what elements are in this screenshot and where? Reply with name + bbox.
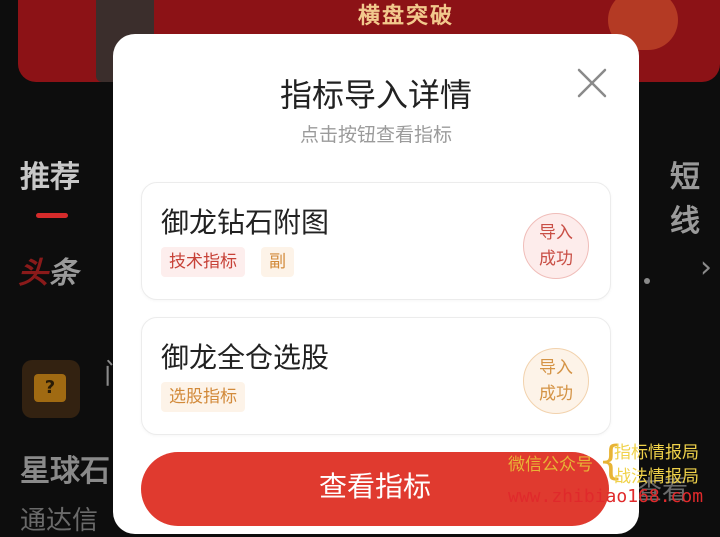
- modal-title: 指标导入详情: [279, 76, 472, 114]
- section-title: 星球石: [20, 454, 110, 489]
- indicator-subtype-tag: 副: [261, 247, 294, 277]
- indicator-title: 御龙全仓选股: [161, 341, 330, 374]
- watermark-url: www.zhibiao168.com: [508, 486, 704, 507]
- watermark-name-1: 指标情报局: [614, 443, 699, 463]
- modal-subtitle: 点击按钮查看指标: [299, 124, 452, 146]
- chevron-right-icon[interactable]: ›: [700, 250, 712, 285]
- watermark-wechat-label: 微信公众号: [508, 455, 593, 475]
- headline-logo-left: 头: [18, 256, 48, 291]
- indicator-card[interactable]: 御龙全仓选股 选股指标 导入 成功: [141, 317, 611, 435]
- headline-logo: 头条: [18, 248, 78, 292]
- badge-line-2: 成功: [539, 384, 573, 404]
- question-icon-glyph: ?: [34, 374, 66, 402]
- banner-text: 横盘突破: [358, 4, 455, 29]
- question-user-icon[interactable]: ?: [22, 360, 80, 418]
- indicator-title: 御龙钻石附图: [161, 206, 330, 239]
- indicator-type-tag: 选股指标: [161, 382, 245, 412]
- indicator-type-tag: 技术指标: [161, 247, 245, 277]
- section-text: 通达信: [20, 506, 99, 536]
- active-tab-indicator: [36, 213, 68, 218]
- badge-line-2: 成功: [539, 249, 573, 269]
- badge-line-1: 导入: [539, 358, 573, 378]
- badge-line-1: 导入: [539, 223, 573, 243]
- tab-recommend[interactable]: 推荐: [20, 152, 80, 196]
- import-success-badge: 导入 成功: [523, 213, 589, 279]
- tab-short-term[interactable]: 短线: [670, 152, 720, 240]
- watermark-name-2: 战法情报局: [614, 467, 699, 487]
- indicator-card[interactable]: 御龙钻石附图 技术指标 副 导入 成功: [141, 182, 611, 300]
- import-success-badge: 导入 成功: [523, 348, 589, 414]
- headline-logo-right: 条: [48, 256, 78, 291]
- close-icon[interactable]: [573, 64, 611, 102]
- separator-dot: [644, 278, 650, 284]
